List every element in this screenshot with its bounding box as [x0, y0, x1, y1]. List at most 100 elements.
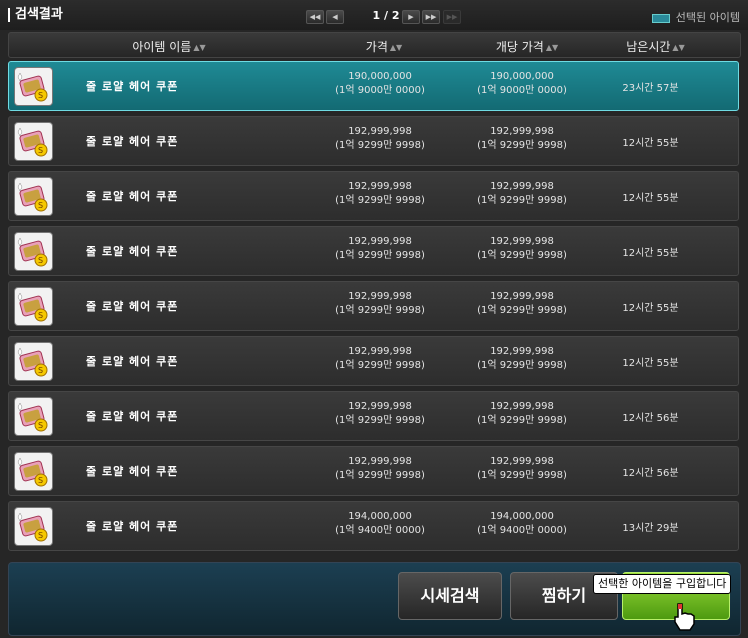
sort-icon: ▲▼: [545, 43, 559, 52]
svg-text:S: S: [38, 91, 43, 100]
unit-price-korean: (1억 9299만 9998): [477, 140, 567, 151]
item-price: 192,999,998 (1억 9299만 9998): [315, 400, 445, 428]
item-name: 줄 로얄 헤어 쿠폰: [86, 80, 179, 93]
item-name: 줄 로얄 헤어 쿠폰: [86, 245, 179, 258]
unit-price-value: 192,999,998: [490, 126, 554, 137]
remaining-time: 12시간 55분: [622, 303, 679, 314]
item-name: 줄 로얄 헤어 쿠폰: [86, 135, 179, 148]
item-unit-price: 192,999,998 (1억 9299만 9998): [457, 400, 587, 428]
unit-price-korean: (1억 9299만 9998): [477, 305, 567, 316]
price-value: 192,999,998: [348, 236, 412, 247]
remaining-time: 12시간 55분: [622, 193, 679, 204]
unit-price-value: 192,999,998: [490, 456, 554, 467]
item-name: 줄 로얄 헤어 쿠폰: [86, 300, 179, 313]
remaining-time: 12시간 56분: [622, 413, 679, 424]
selected-swatch-icon: [651, 13, 670, 23]
price-value: 190,000,000: [348, 71, 412, 82]
hair-coupon-icon: S: [14, 232, 53, 271]
item-unit-price: 194,000,000 (1억 9400만 0000): [457, 510, 587, 538]
price-korean: (1억 9299만 9998): [335, 470, 425, 481]
item-price: 192,999,998 (1억 9299만 9998): [315, 290, 445, 318]
results-header-bar: 검색결과 ◀◀ ◀ 1 / 2 ▶ ▶▶ ▶▶ 선택된 아이템: [0, 0, 748, 30]
column-remaining-label: 남은시간: [626, 40, 671, 54]
table-row[interactable]: S 줄 로얄 헤어 쿠폰 190,000,000 (1억 9000만 0000)…: [8, 61, 739, 111]
sort-icon: ▲▼: [672, 43, 685, 52]
hair-coupon-icon: S: [14, 507, 53, 546]
column-unit-price-label: 개당 가격: [495, 40, 544, 54]
sort-icon: ▲▼: [193, 43, 206, 52]
hair-coupon-icon: S: [14, 67, 53, 106]
item-unit-price: 192,999,998 (1억 9299만 9998): [457, 290, 587, 318]
next-page-icon[interactable]: ▶: [402, 10, 420, 24]
item-price: 192,999,998 (1억 9299만 9998): [315, 125, 445, 153]
price-korean: (1억 9299만 9998): [335, 305, 425, 316]
item-unit-price: 192,999,998 (1억 9299만 9998): [457, 235, 587, 263]
item-unit-price: 192,999,998 (1억 9299만 9998): [457, 180, 587, 208]
price-value: 192,999,998: [348, 401, 412, 412]
hand-cursor-icon: [674, 603, 695, 631]
column-remaining[interactable]: 남은시간 ▲▼: [598, 38, 713, 55]
price-korean: (1억 9299만 9998): [335, 360, 425, 371]
svg-text:S: S: [38, 476, 43, 485]
unit-price-value: 192,999,998: [490, 181, 554, 192]
item-unit-price: 192,999,998 (1억 9299만 9998): [457, 125, 587, 153]
svg-text:S: S: [38, 146, 43, 155]
svg-text:S: S: [38, 421, 43, 430]
column-name-label: 아이템 이름: [132, 40, 192, 54]
column-price[interactable]: 가격 ▲▼: [319, 38, 449, 55]
table-row[interactable]: S 줄 로얄 헤어 쿠폰 194,000,000 (1억 9400만 0000)…: [8, 501, 739, 551]
price-value: 192,999,998: [348, 346, 412, 357]
disabled-page-icon: ▶▶: [443, 10, 461, 24]
table-row[interactable]: S 줄 로얄 헤어 쿠폰 192,999,998 (1억 9299만 9998)…: [8, 336, 739, 386]
unit-price-value: 192,999,998: [490, 236, 554, 247]
remaining-time: 13시간 29분: [622, 523, 679, 534]
column-name[interactable]: 아이템 이름 ▲▼: [69, 38, 269, 55]
hair-coupon-icon: S: [14, 287, 53, 326]
item-price: 192,999,998 (1억 9299만 9998): [315, 455, 445, 483]
svg-text:S: S: [38, 531, 43, 540]
price-value: 192,999,998: [348, 456, 412, 467]
column-unit-price[interactable]: 개당 가격 ▲▼: [462, 38, 592, 55]
price-korean: (1억 9299만 9998): [335, 250, 425, 261]
table-row[interactable]: S 줄 로얄 헤어 쿠폰 192,999,998 (1억 9299만 9998)…: [8, 171, 739, 221]
table-row[interactable]: S 줄 로얄 헤어 쿠폰 192,999,998 (1억 9299만 9998)…: [8, 116, 739, 166]
hair-coupon-icon: S: [14, 452, 53, 491]
item-name: 줄 로얄 헤어 쿠폰: [86, 520, 179, 533]
buy-tooltip: 선택한 아이템을 구입합니다: [593, 574, 732, 594]
selected-item-legend: 선택된 아이템: [651, 9, 740, 25]
item-price: 192,999,998 (1억 9299만 9998): [315, 180, 445, 208]
unit-price-korean: (1억 9299만 9998): [477, 360, 567, 371]
price-value: 192,999,998: [348, 291, 412, 302]
sort-icon: ▲▼: [389, 43, 403, 52]
table-row[interactable]: S 줄 로얄 헤어 쿠폰 192,999,998 (1억 9299만 9998)…: [8, 226, 739, 276]
price-korean: (1억 9400만 0000): [335, 525, 425, 536]
item-unit-price: 192,999,998 (1억 9299만 9998): [457, 345, 587, 373]
table-row[interactable]: S 줄 로얄 헤어 쿠폰 192,999,998 (1억 9299만 9998)…: [8, 446, 739, 496]
remaining-time: 12시간 55분: [622, 358, 679, 369]
remaining-time: 23시간 57분: [622, 83, 679, 94]
svg-text:S: S: [38, 366, 43, 375]
price-value: 192,999,998: [348, 181, 412, 192]
remaining-time: 12시간 55분: [622, 138, 679, 149]
first-page-icon[interactable]: ◀◀: [306, 10, 324, 24]
unit-price-value: 192,999,998: [490, 291, 554, 302]
unit-price-korean: (1억 9299만 9998): [477, 250, 567, 261]
market-search-button[interactable]: 시세검색: [398, 572, 502, 620]
table-row[interactable]: S 줄 로얄 헤어 쿠폰 192,999,998 (1억 9299만 9998)…: [8, 281, 739, 331]
unit-price-value: 192,999,998: [490, 346, 554, 357]
hair-coupon-icon: S: [14, 122, 53, 161]
table-row[interactable]: S 줄 로얄 헤어 쿠폰 192,999,998 (1억 9299만 9998)…: [8, 391, 739, 441]
last-page-icon[interactable]: ▶▶: [422, 10, 440, 24]
price-korean: (1억 9299만 9998): [335, 195, 425, 206]
unit-price-korean: (1억 9299만 9998): [477, 470, 567, 481]
prev-page-icon[interactable]: ◀: [326, 10, 344, 24]
svg-text:S: S: [38, 201, 43, 210]
unit-price-value: 194,000,000: [490, 511, 554, 522]
column-header: 아이템 이름 ▲▼ 가격 ▲▼ 개당 가격 ▲▼ 남은시간 ▲▼: [8, 32, 741, 58]
svg-text:S: S: [38, 311, 43, 320]
hair-coupon-icon: S: [14, 342, 53, 381]
item-name: 줄 로얄 헤어 쿠폰: [86, 410, 179, 423]
unit-price-value: 192,999,998: [490, 401, 554, 412]
item-price: 194,000,000 (1억 9400만 0000): [315, 510, 445, 538]
unit-price-korean: (1억 9299만 9998): [477, 195, 567, 206]
